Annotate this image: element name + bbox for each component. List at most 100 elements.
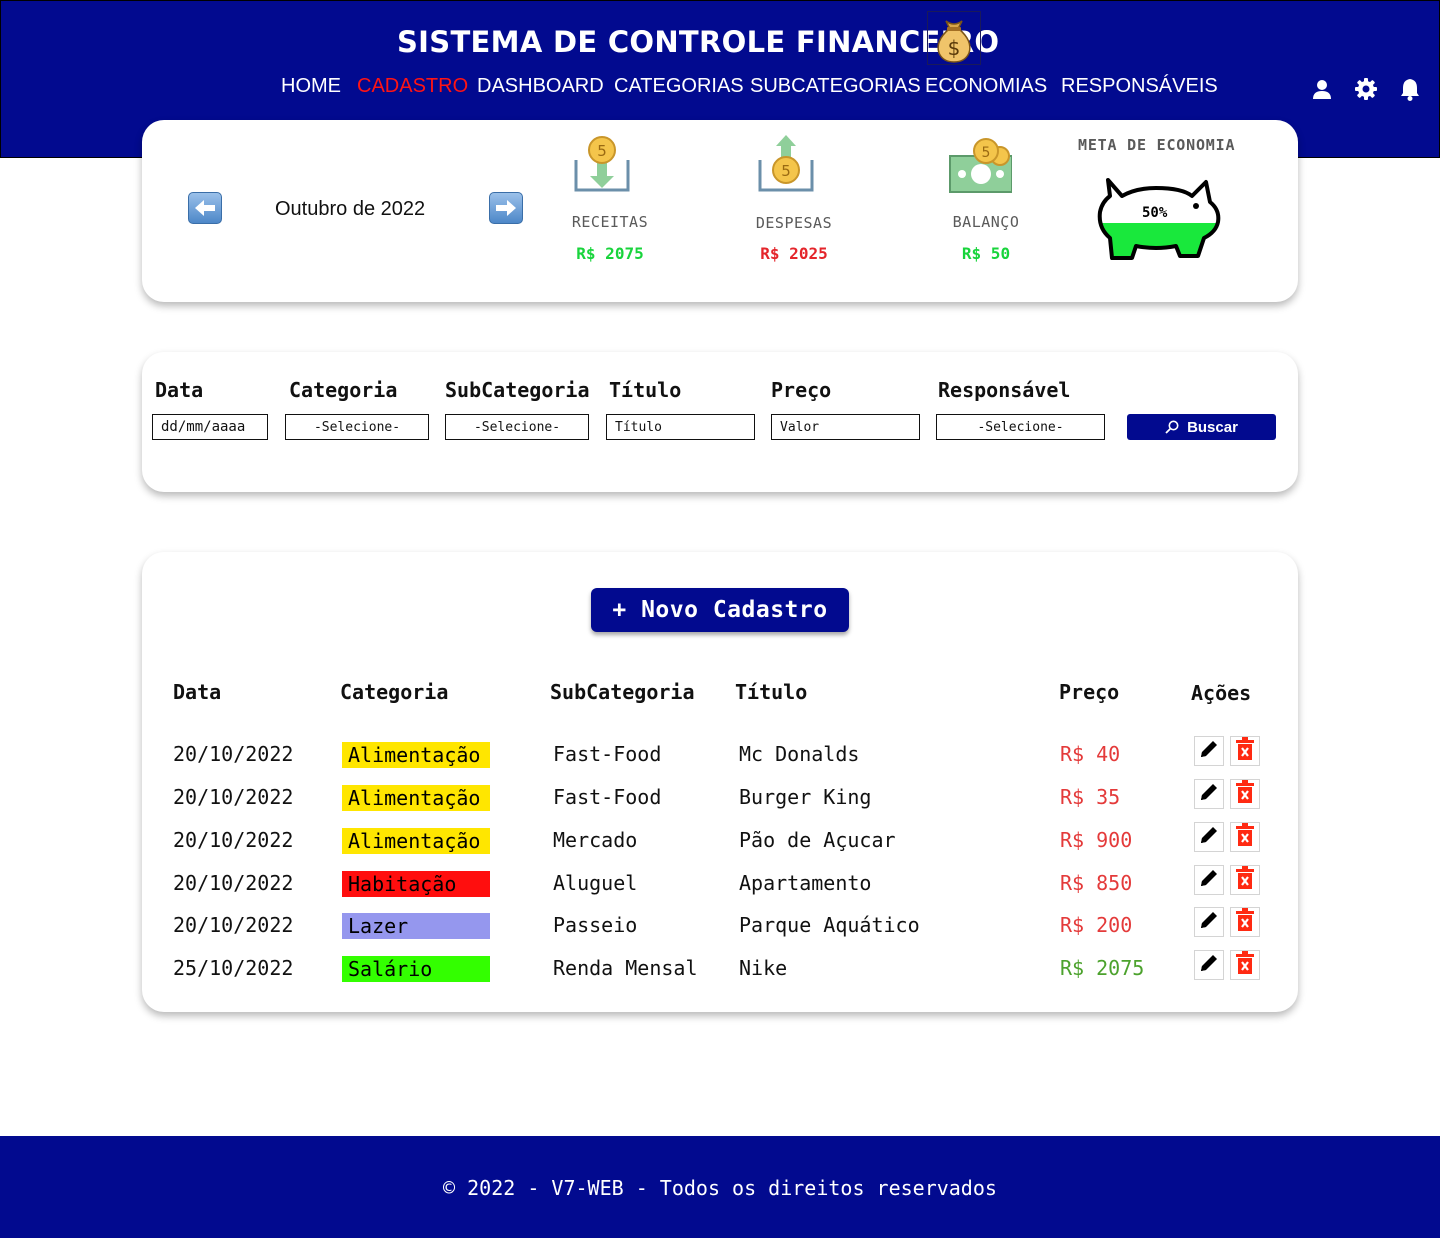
cell-titulo: Pão de Açucar — [739, 828, 896, 852]
delete-button[interactable] — [1230, 822, 1260, 852]
cell-preco: R$ 200 — [1060, 913, 1133, 937]
delete-button[interactable] — [1230, 865, 1260, 895]
cell-data: 20/10/2022 — [173, 742, 294, 766]
edit-button[interactable] — [1194, 779, 1224, 809]
cell-subcategoria: Passeio — [553, 913, 638, 937]
pencil-icon — [1198, 867, 1220, 893]
receitas-value: R$ 2075 — [576, 244, 644, 263]
date-input[interactable]: dd/mm/aaaa — [152, 414, 268, 440]
bell-icon[interactable] — [1396, 75, 1424, 103]
col-header-categoria: Categoria — [340, 680, 449, 704]
edit-button[interactable] — [1194, 822, 1224, 852]
cell-subcategoria: Renda Mensal — [553, 956, 698, 980]
filter-label-subcategoria: SubCategoria — [445, 378, 590, 402]
nav-cadastro[interactable]: CADASTRO — [357, 75, 468, 98]
next-month-button[interactable] — [489, 192, 523, 224]
trash-icon — [1235, 737, 1255, 765]
col-header-acoes: Ações — [1191, 681, 1252, 705]
edit-button[interactable] — [1194, 907, 1224, 937]
delete-button[interactable] — [1230, 950, 1260, 980]
cell-subcategoria: Aluguel — [553, 871, 638, 895]
cell-data: 20/10/2022 — [173, 828, 294, 852]
cell-subcategoria: Fast-Food — [553, 742, 662, 766]
col-header-preco: Preço — [1059, 680, 1120, 704]
trash-icon — [1235, 951, 1255, 979]
trash-icon — [1235, 908, 1255, 936]
footer: © 2022 - V7-WEB - Todos os direitos rese… — [0, 1136, 1440, 1238]
cell-titulo: Nike — [739, 956, 788, 980]
income-icon: 5 — [574, 136, 630, 192]
meta-percent: 50% — [1142, 205, 1168, 221]
col-header-titulo: Título — [735, 680, 808, 704]
col-header-data: Data — [173, 680, 222, 704]
cell-preco: R$ 850 — [1060, 871, 1133, 895]
expense-icon: 5 — [758, 135, 814, 192]
nav-dashboard[interactable]: DASHBOARD — [477, 75, 604, 98]
cell-preco: R$ 40 — [1060, 742, 1121, 766]
cell-preco: R$ 35 — [1060, 785, 1121, 809]
svg-text:5: 5 — [781, 162, 791, 180]
despesas-label: DESPESAS — [755, 214, 833, 232]
nav-responsaveis[interactable]: RESPONSÁVEIS — [1061, 75, 1218, 98]
user-icon[interactable] — [1308, 75, 1336, 103]
delete-button[interactable] — [1230, 736, 1260, 766]
cell-subcategoria: Fast-Food — [553, 785, 662, 809]
preco-input[interactable] — [780, 419, 911, 435]
app-title: SISTEMA DE CONTROLE FINANCEIRO — [397, 25, 1000, 59]
search-button[interactable]: Buscar — [1127, 414, 1276, 440]
current-month: Outubro de 2022 — [275, 198, 426, 220]
pencil-icon — [1198, 909, 1220, 935]
nav-home[interactable]: HOME — [281, 75, 341, 98]
balanco-value: R$ 50 — [961, 244, 1011, 263]
titulo-field[interactable] — [606, 414, 755, 440]
category-badge: Salário — [342, 956, 490, 982]
edit-button[interactable] — [1194, 736, 1224, 766]
arrow-left-icon — [195, 200, 215, 216]
categoria-select[interactable]: -Selecione- — [285, 414, 429, 440]
edit-button[interactable] — [1194, 865, 1224, 895]
receitas-label: RECEITAS — [571, 213, 649, 231]
cell-data: 20/10/2022 — [173, 785, 294, 809]
search-icon — [1165, 420, 1179, 434]
subcategoria-select[interactable]: -Selecione- — [445, 414, 589, 440]
footer-text: © 2022 - V7-WEB - Todos os direitos rese… — [443, 1176, 997, 1200]
cell-preco: R$ 900 — [1060, 828, 1133, 852]
nav-subcategorias[interactable]: SUBCATEGORIAS — [750, 75, 921, 98]
cell-data: 20/10/2022 — [173, 913, 294, 937]
trash-icon — [1235, 866, 1255, 894]
money-bag-icon: $ — [927, 11, 981, 65]
pencil-icon — [1198, 952, 1220, 978]
new-record-button[interactable]: + Novo Cadastro — [591, 588, 849, 632]
gear-icon[interactable] — [1352, 75, 1380, 103]
titulo-input[interactable] — [615, 419, 746, 435]
balance-icon: 5 — [949, 138, 1012, 193]
prev-month-button[interactable] — [188, 192, 222, 224]
meta-label: META DE ECONOMIA — [1078, 136, 1236, 154]
search-button-label: Buscar — [1187, 418, 1238, 436]
filter-label-categoria: Categoria — [289, 378, 398, 402]
category-badge: Alimentação — [342, 785, 490, 811]
filter-label-responsavel: Responsável — [938, 378, 1071, 402]
edit-button[interactable] — [1194, 950, 1224, 980]
table-row: 20/10/2022 Alimentação Fast-Food Mc Donalds… — [142, 734, 1298, 774]
category-badge: Alimentação — [342, 742, 490, 768]
pencil-icon — [1198, 781, 1220, 807]
trash-icon — [1235, 823, 1255, 851]
arrow-right-icon — [496, 200, 516, 216]
nav-categorias[interactable]: CATEGORIAS — [614, 75, 744, 98]
records-card: + Novo Cadastro Data Categoria SubCatego… — [142, 552, 1298, 1012]
delete-button[interactable] — [1230, 907, 1260, 937]
cell-preco: R$ 2075 — [1060, 956, 1145, 980]
cell-titulo: Parque Aquático — [739, 913, 920, 937]
nav-economias[interactable]: ECONOMIAS — [925, 75, 1047, 98]
responsavel-select[interactable]: -Selecione- — [936, 414, 1105, 440]
table-row: 20/10/2022 Habitação Aluguel Apartamento R$ … — [142, 863, 1298, 903]
filter-label-data: Data — [155, 378, 204, 402]
preco-field[interactable] — [771, 414, 920, 440]
cell-subcategoria: Mercado — [553, 828, 638, 852]
table-row: 20/10/2022 Alimentação Fast-Food Burger Kin… — [142, 777, 1298, 817]
filter-card: Data Categoria SubCategoria Título Preço… — [142, 352, 1298, 492]
filter-label-titulo: Título — [609, 378, 682, 402]
delete-button[interactable] — [1230, 779, 1260, 809]
cell-titulo: Apartamento — [739, 871, 872, 895]
